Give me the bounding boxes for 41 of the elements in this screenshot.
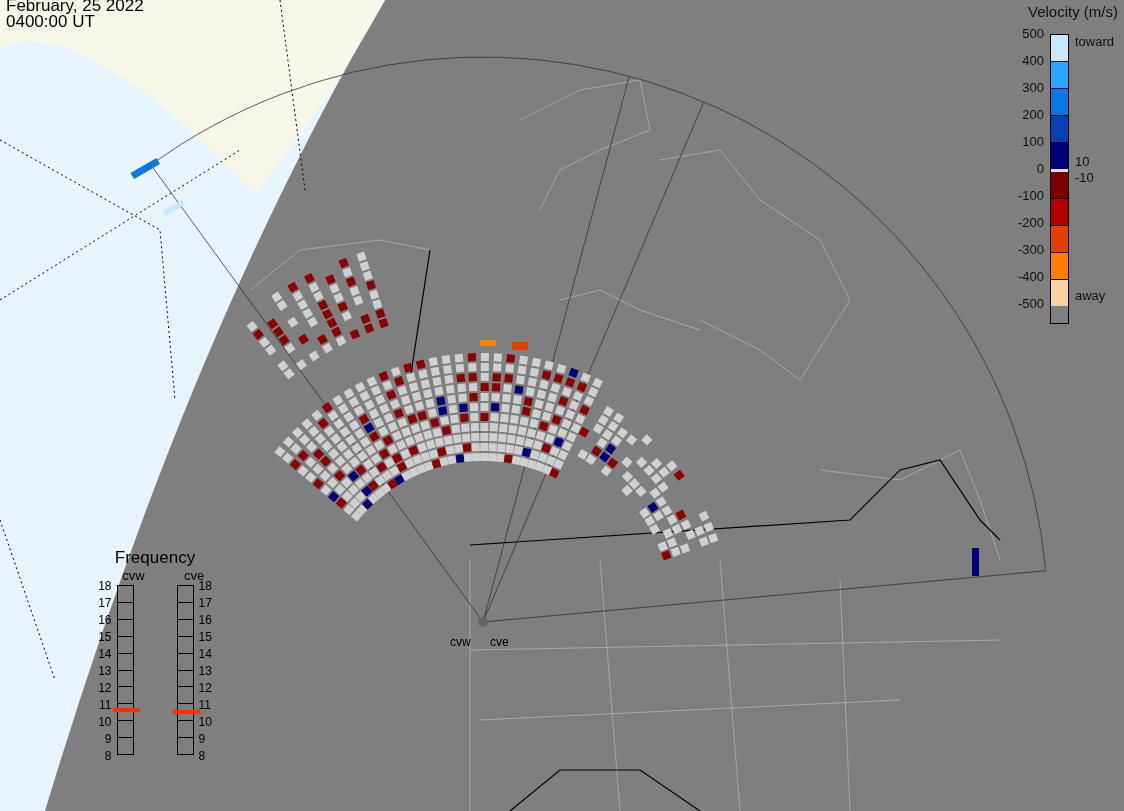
tick-label: 13 xyxy=(98,663,112,680)
tick-label: 9 xyxy=(104,731,112,748)
tick-label: 9 xyxy=(198,731,206,748)
radar-site-icon xyxy=(478,617,488,627)
tick-label: 15 xyxy=(198,629,212,646)
toward-label: toward xyxy=(1075,34,1115,49)
tick-label: 12 xyxy=(198,680,212,697)
tick-label: -500 xyxy=(1017,297,1044,313)
tick-label: -200 xyxy=(1017,216,1044,232)
tick-label: 0 xyxy=(1036,162,1044,178)
tick-label: 100 xyxy=(1022,135,1044,151)
tick-label: -100 xyxy=(1017,189,1044,205)
tick-label: 10 xyxy=(98,714,112,731)
tick-label: 11 xyxy=(99,697,112,714)
tick-label: 16 xyxy=(198,612,212,629)
radar-site-label: cve xyxy=(490,635,509,649)
tick-label: 16 xyxy=(98,612,112,629)
tick-label: 400 xyxy=(1022,54,1044,70)
radar-site-label: cvw xyxy=(450,635,471,649)
tick-label: 17 xyxy=(198,595,212,612)
tick-label: 500 xyxy=(1022,27,1044,43)
tick-label: 17 xyxy=(98,595,112,612)
tick-label: -400 xyxy=(1017,270,1044,286)
time-label: 0400:00 UT xyxy=(6,14,96,30)
away-label: away xyxy=(1075,288,1106,303)
tick-label: 10 xyxy=(1075,154,1090,169)
tick-label: 12 xyxy=(98,680,112,697)
legend-title: Velocity (m/s) xyxy=(1028,3,1118,20)
tick-label: 13 xyxy=(198,663,212,680)
tick-label: 18 xyxy=(98,578,112,595)
tick-label: 14 xyxy=(98,646,112,663)
tick-label: 200 xyxy=(1022,108,1044,124)
tick-label: 8 xyxy=(104,748,112,765)
tick-label: 8 xyxy=(198,748,206,765)
tick-label: 11 xyxy=(198,697,211,714)
tick-label: 14 xyxy=(198,646,212,663)
tick-label: 10 xyxy=(198,714,212,731)
tick-label: 300 xyxy=(1022,81,1044,97)
radar-name: cvw xyxy=(122,568,145,583)
tick-label: -10 xyxy=(1075,170,1094,185)
tick-label: -300 xyxy=(1017,243,1044,259)
